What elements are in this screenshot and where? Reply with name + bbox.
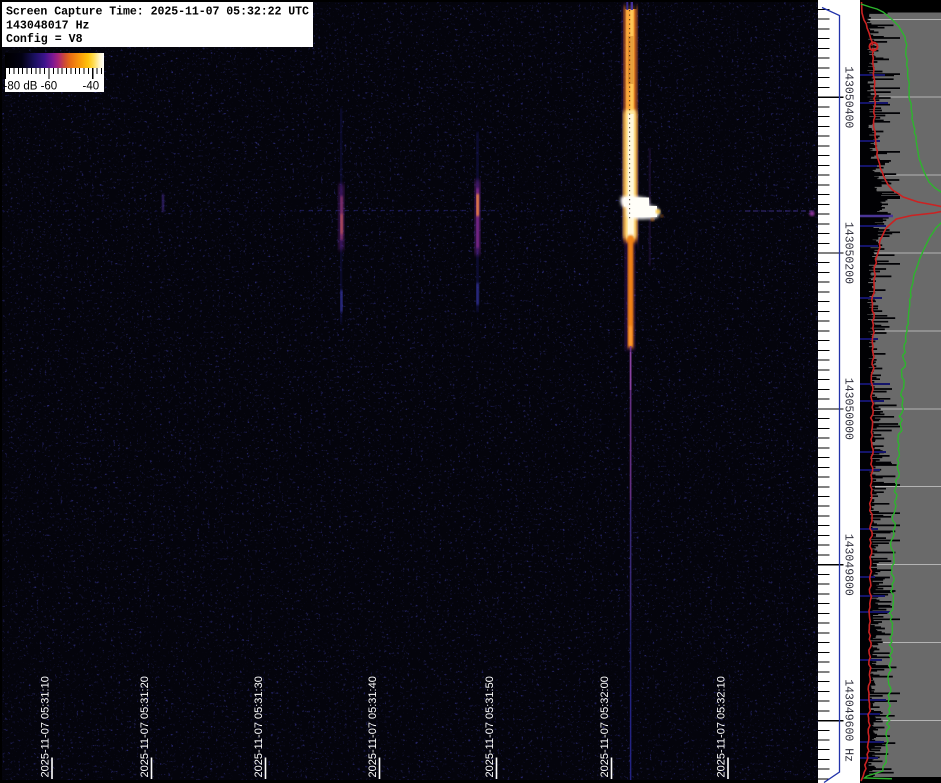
svg-text:143048017 Hz: 143048017 Hz <box>6 19 90 32</box>
svg-text:143049600 Hz: 143049600 Hz <box>842 679 855 762</box>
svg-text:143050000: 143050000 <box>842 378 855 440</box>
svg-text:143050400: 143050400 <box>842 66 855 128</box>
svg-text:-80 dB -60: -80 dB -60 <box>4 81 58 93</box>
svg-text:2025-11-07 05:31:40: 2025-11-07 05:31:40 <box>367 676 379 777</box>
svg-text:Config = V8: Config = V8 <box>6 33 83 46</box>
svg-text:143050200: 143050200 <box>842 222 855 284</box>
svg-text:2025-11-07 05:31:20: 2025-11-07 05:31:20 <box>139 676 151 777</box>
svg-text:2025-11-07 05:32:10: 2025-11-07 05:32:10 <box>716 676 728 777</box>
svg-text:Screen Capture Time: 2025-11-0: Screen Capture Time: 2025-11-07 05:32:22… <box>6 6 309 19</box>
svg-text:143049800: 143049800 <box>842 534 855 596</box>
svg-text:2025-11-07 05:32:00: 2025-11-07 05:32:00 <box>599 676 611 777</box>
svg-text:2025-11-07 05:31:30: 2025-11-07 05:31:30 <box>253 676 265 777</box>
svg-text:2025-11-07 05:31:50: 2025-11-07 05:31:50 <box>484 676 496 777</box>
svg-text:-40: -40 <box>83 81 100 93</box>
svg-text:2025-11-07 05:31:10: 2025-11-07 05:31:10 <box>40 676 52 777</box>
